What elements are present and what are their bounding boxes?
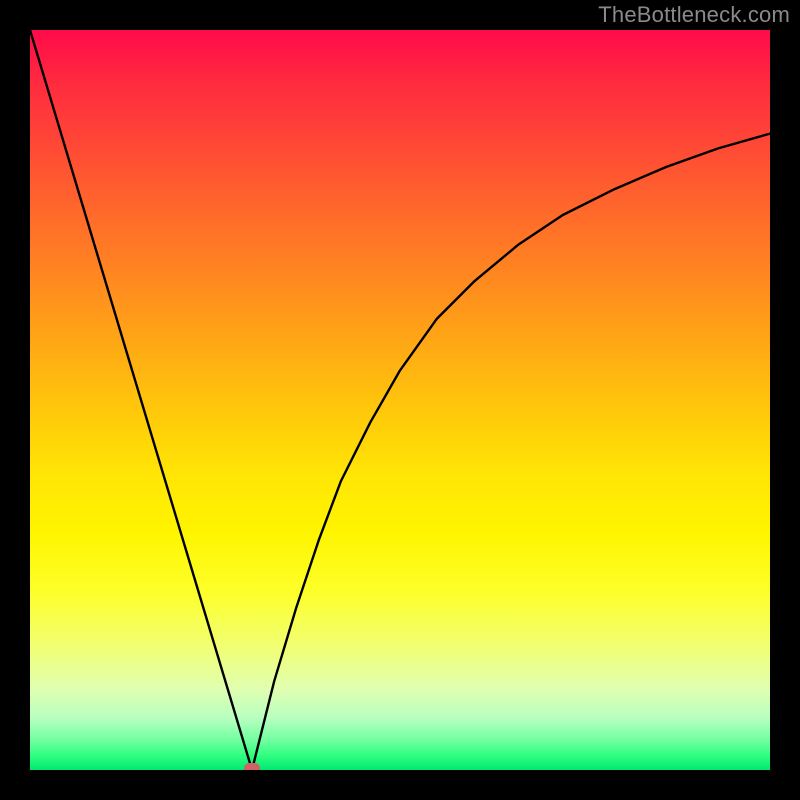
- watermark-text: TheBottleneck.com: [598, 2, 790, 28]
- bottleneck-curve: [30, 30, 770, 770]
- chart-frame: TheBottleneck.com: [0, 0, 800, 800]
- plot-area: [30, 30, 770, 770]
- notch-marker: [244, 763, 260, 770]
- curve-svg: [30, 30, 770, 770]
